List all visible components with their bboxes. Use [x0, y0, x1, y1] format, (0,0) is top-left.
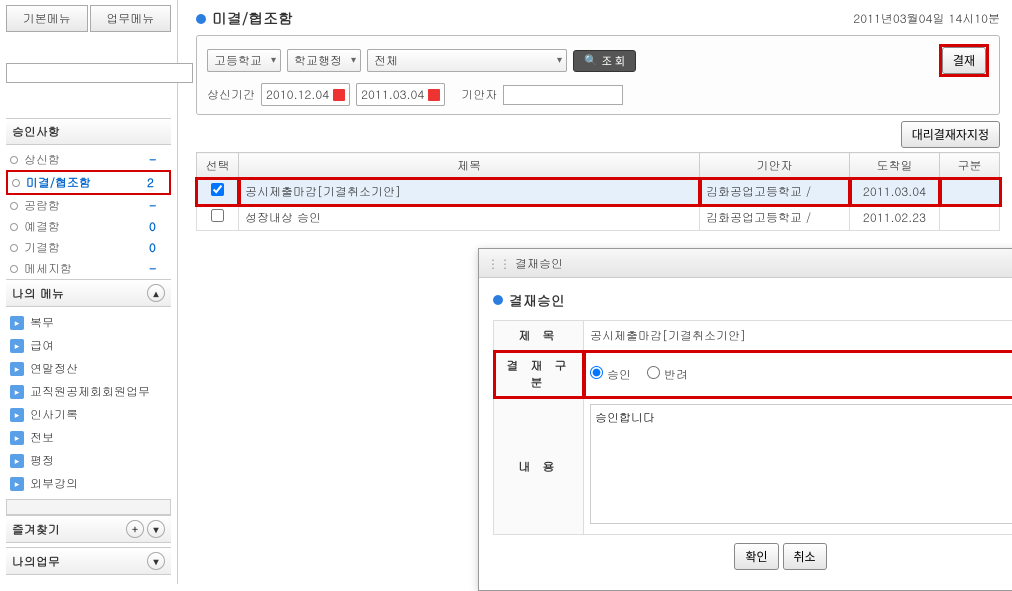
col-type: 구분: [940, 153, 1000, 179]
col-subject: 제목: [239, 153, 700, 179]
table-row[interactable]: 공시제출마감[기결취소기안] 김화공업고등학교 / 2011.03.04: [197, 179, 1000, 205]
tab-basic-menu[interactable]: 기본메뉴: [6, 5, 88, 32]
section-approval-title: 승인사항: [12, 123, 60, 140]
menu-search-input[interactable]: [6, 63, 193, 83]
page-title: 미결/협조함: [196, 8, 293, 29]
module-icon: ▸: [10, 431, 24, 445]
approval-type-label: 결 재 구 분: [494, 351, 584, 398]
subject-value: 공시제출마감[기결취소기안]: [584, 321, 1012, 351]
date-to-input[interactable]: 2011.03.04: [356, 83, 445, 106]
section-favorites-header: 즐겨찾기 + ▾: [6, 515, 171, 543]
search-button[interactable]: 🔍조 회: [573, 50, 636, 72]
period-label: 상신기간: [207, 86, 255, 103]
col-arrived: 도착일: [850, 153, 940, 179]
cancel-button[interactable]: 취소: [783, 543, 827, 570]
module-icon: ▸: [10, 362, 24, 376]
module-icon: ▸: [10, 316, 24, 330]
table-row[interactable]: 성장내상 승인 김화공업고등학교 / 2011.02.23: [197, 205, 1000, 231]
approval-dialog: ⋮⋮ 결재승인 ✕ 결재승인 제 목 공시제출마감[기결취소기안] 결 재 구 …: [478, 248, 1012, 591]
expand-icon[interactable]: ▾: [147, 520, 165, 538]
school-type-select[interactable]: 고등학교: [207, 49, 281, 72]
section-mymenu-title: 나의 메뉴: [12, 285, 64, 302]
sidebar: 기본메뉴 업무메뉴 메뉴검색 승인사항 상신함- 미결/협조함2 공람함- 예결…: [0, 0, 178, 584]
module-icon: ▸: [10, 477, 24, 491]
subject-label: 제 목: [494, 321, 584, 351]
menu-item-8[interactable]: ▸외부강의: [6, 472, 171, 495]
category-select[interactable]: 학교행정: [287, 49, 361, 72]
col-select: 선택: [197, 153, 239, 179]
expand-icon[interactable]: ▾: [147, 552, 165, 570]
drag-handle-icon: ⋮⋮: [487, 255, 511, 272]
magnifier-icon: 🔍: [584, 54, 598, 67]
menu-item-5[interactable]: ▸인사기록: [6, 403, 171, 426]
calendar-icon: [428, 89, 440, 101]
collapse-icon[interactable]: ▴: [147, 284, 165, 302]
calendar-icon: [333, 89, 345, 101]
row-checkbox[interactable]: [211, 183, 224, 196]
section-favorites-title: 즐겨찾기: [12, 521, 60, 538]
row-checkbox[interactable]: [211, 209, 224, 222]
section-mymenu-header: 나의 메뉴 ▴: [6, 279, 171, 307]
main-content: 미결/협조함 2011년03월04일 14시10분 고등학교 학교행정 전체 🔍…: [178, 0, 1012, 584]
menu-item-6[interactable]: ▸전보: [6, 426, 171, 449]
content-textarea[interactable]: [590, 404, 1012, 524]
menu-item-1[interactable]: ▸복무: [6, 311, 171, 334]
section-approval-header: 승인사항: [6, 118, 171, 145]
subcategory-select[interactable]: 전체: [367, 49, 567, 72]
module-icon: ▸: [10, 339, 24, 353]
drafter-label: 기안자: [461, 86, 497, 103]
nav-item-gigyeol[interactable]: 기결함0: [6, 237, 171, 258]
section-mywork-title: 나의업무: [12, 553, 60, 570]
mymenu-list: ▸복무 ▸급여 ▸연말정산 ▸교직원공제회회원업무 ▸인사기록 ▸전보 ▸평정 …: [6, 311, 171, 495]
approval-form: 제 목 공시제출마감[기결취소기안] 결 재 구 분 승인 반려: [493, 320, 1012, 535]
approve-button[interactable]: 결재: [942, 47, 986, 74]
nav-item-sangsin[interactable]: 상신함-: [6, 149, 171, 170]
bullet-icon: [493, 295, 503, 305]
approval-nav-list: 상신함- 미결/협조함2 공람함- 예결함0 기결함0 메세지함-: [6, 149, 171, 279]
ok-button[interactable]: 확인: [734, 543, 778, 570]
menu-item-2[interactable]: ▸급여: [6, 334, 171, 357]
nav-item-yegyeol[interactable]: 예결함0: [6, 216, 171, 237]
tab-biz-menu[interactable]: 업무메뉴: [90, 5, 172, 32]
menu-item-3[interactable]: ▸연말정산: [6, 357, 171, 380]
add-icon[interactable]: +: [126, 520, 144, 538]
horizontal-scrollbar[interactable]: [6, 499, 171, 515]
timestamp: 2011년03월04일 14시10분: [853, 10, 1000, 27]
date-from-input[interactable]: 2010.12.04: [261, 83, 350, 106]
drafter-input[interactable]: [503, 85, 623, 105]
documents-table: 선택 제목 기안자 도착일 구분 공시제출마감[기결취소기안] 김화공업고등학교…: [196, 152, 1000, 231]
content-label: 내 용: [494, 398, 584, 535]
dialog-header[interactable]: ⋮⋮ 결재승인 ✕: [479, 249, 1012, 278]
nav-item-message[interactable]: 메세지함-: [6, 258, 171, 279]
module-icon: ▸: [10, 408, 24, 422]
menu-item-7[interactable]: ▸평정: [6, 449, 171, 472]
filter-panel: 고등학교 학교행정 전체 🔍조 회 결재 상신기간 2010.12.04 201…: [196, 35, 1000, 115]
nav-item-pending[interactable]: 미결/협조함2: [6, 170, 171, 195]
menu-item-4[interactable]: ▸교직원공제회회원업무: [6, 380, 171, 403]
radio-approve[interactable]: 승인: [590, 366, 631, 383]
nav-item-gongram[interactable]: 공람함-: [6, 195, 171, 216]
radio-reject[interactable]: 반려: [647, 366, 688, 383]
dialog-title: 결재승인: [493, 290, 1012, 310]
module-icon: ▸: [10, 454, 24, 468]
proxy-approver-button[interactable]: 대리결재자지정: [901, 121, 1000, 148]
section-mywork-header: 나의업무 ▾: [6, 547, 171, 575]
bullet-icon: [196, 14, 206, 24]
module-icon: ▸: [10, 385, 24, 399]
col-drafter: 기안자: [700, 153, 850, 179]
